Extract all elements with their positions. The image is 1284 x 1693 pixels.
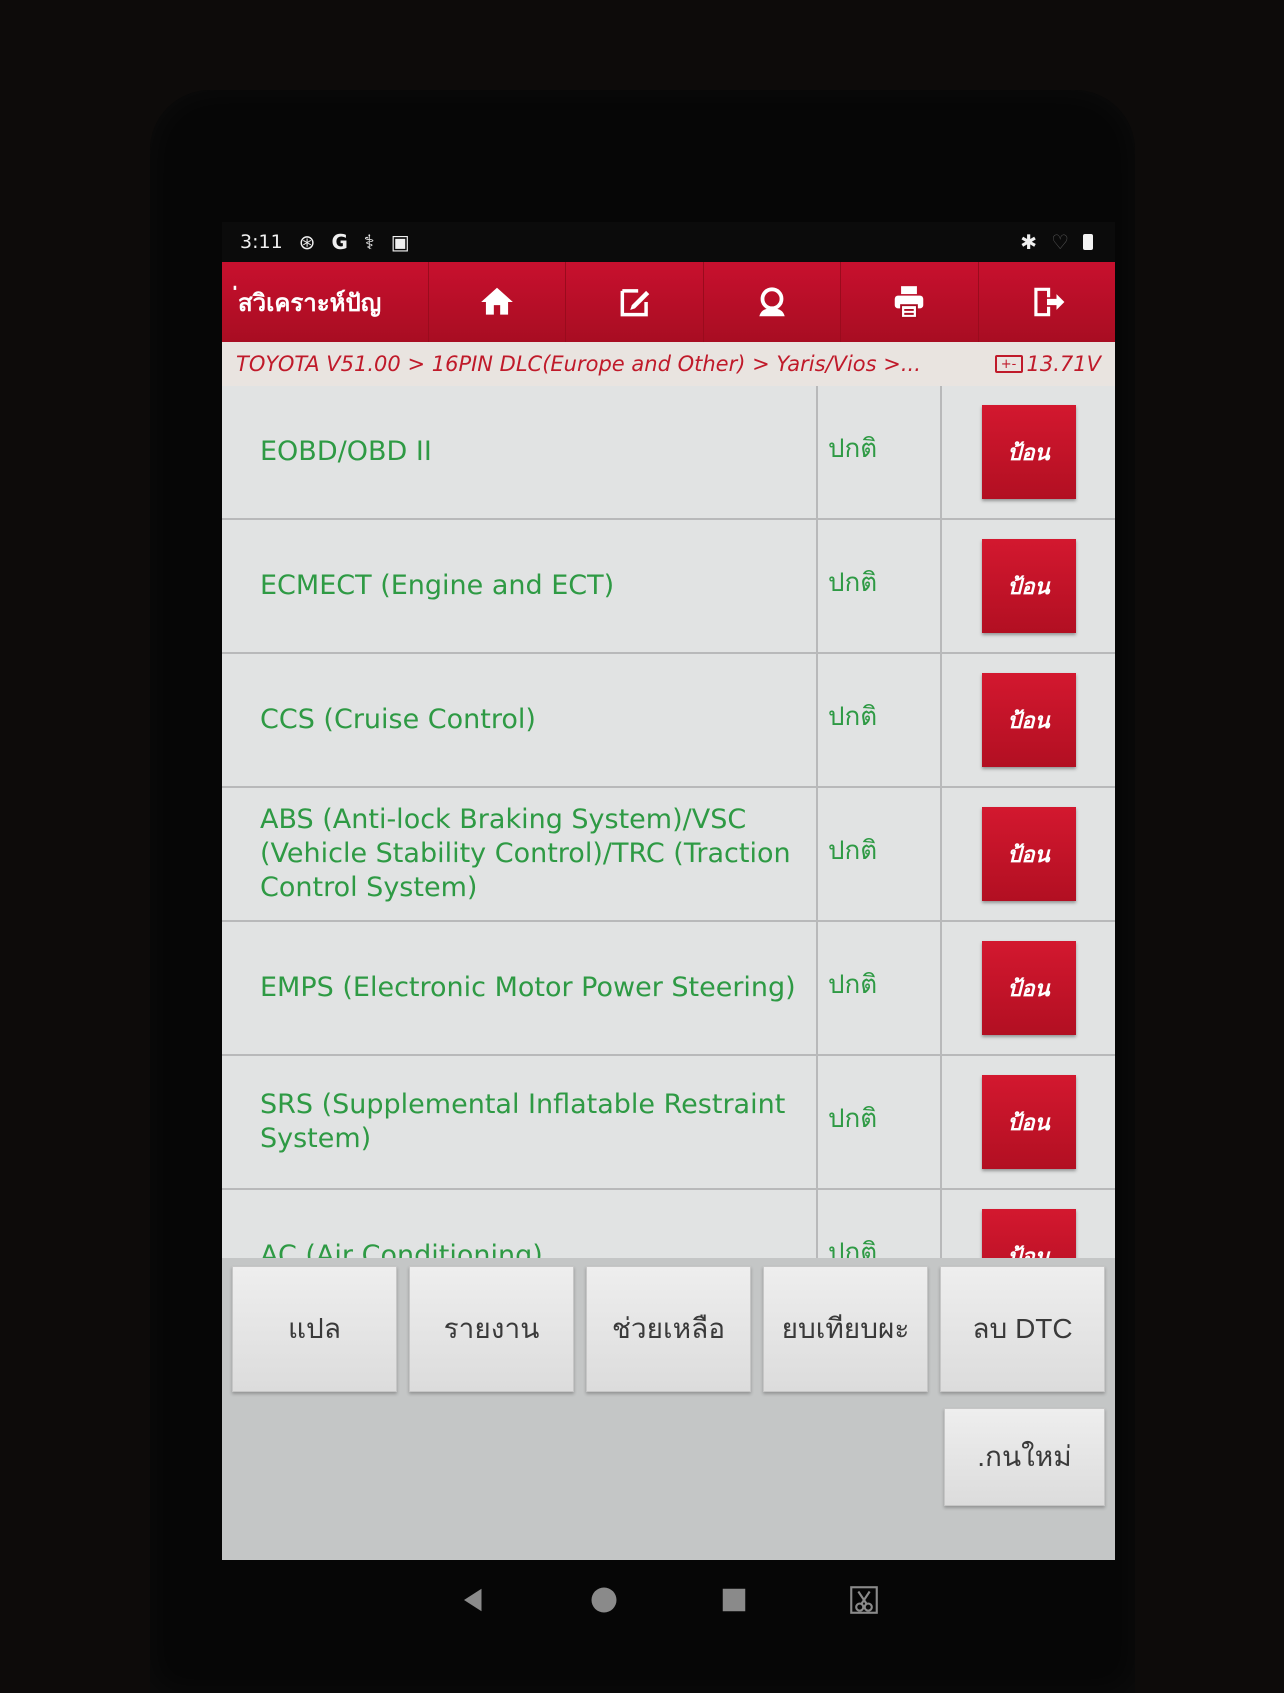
rescan-button[interactable]: .กนใหม่	[944, 1408, 1105, 1506]
battery-voltage: +- 13.71V	[994, 352, 1115, 376]
enter-button[interactable]: ป้อน	[981, 1075, 1076, 1169]
scissors-icon	[849, 1586, 878, 1614]
system-status: ปกติ	[818, 788, 942, 920]
support-agent-icon	[759, 287, 785, 317]
help-button[interactable]: ช่วยเหลือ	[586, 1266, 751, 1392]
system-status: ปกติ	[818, 1190, 942, 1258]
status-bar: 3:11 ⊛ G ⚕ ▣ ✱ ♡	[222, 222, 1115, 262]
recents-button[interactable]	[714, 1580, 754, 1620]
system-row: AC (Air Conditioning) ปกติ ป้อน	[222, 1190, 1115, 1258]
top-toolbar: ่สวิเคราะห์ปัญ	[222, 262, 1115, 342]
system-list[interactable]: EOBD/OBD II ปกติ ป้อน ECMECT (Engine and…	[222, 386, 1115, 1258]
breadcrumb-path: TOYOTA V51.00 > 16PIN DLC(Europe and Oth…	[236, 352, 921, 376]
system-name: EMPS (Electronic Motor Power Steering)	[222, 922, 818, 1054]
print-icon	[895, 286, 924, 319]
enter-button[interactable]: ป้อน	[981, 673, 1076, 767]
translate-button[interactable]: แปล	[232, 1266, 397, 1392]
system-status: ปกติ	[818, 922, 942, 1054]
enter-button[interactable]: ป้อน	[981, 807, 1076, 901]
edit-button[interactable]	[565, 262, 702, 342]
system-status: ปกติ	[818, 654, 942, 786]
report-button[interactable]: รายงาน	[409, 1266, 574, 1392]
system-row: EMPS (Electronic Motor Power Steering) ป…	[222, 922, 1115, 1056]
android-nav-bar	[222, 1560, 1115, 1640]
screenshot-button[interactable]	[844, 1580, 884, 1620]
enter-button[interactable]: ป้อน	[981, 539, 1076, 633]
system-row: SRS (Supplemental Inflatable Restraint S…	[222, 1056, 1115, 1190]
system-name: ECMECT (Engine and ECT)	[222, 520, 818, 652]
back-button[interactable]	[454, 1580, 494, 1620]
system-status: ปกติ	[818, 520, 942, 652]
exit-button[interactable]	[977, 262, 1115, 342]
system-row: ABS (Anti-lock Braking System)/VSC (Vehi…	[222, 788, 1115, 922]
system-row: ECMECT (Engine and ECT) ปกติ ป้อน	[222, 520, 1115, 654]
print-button[interactable]	[840, 262, 977, 342]
system-row: CCS (Cruise Control) ปกติ ป้อน	[222, 654, 1115, 788]
system-status: ปกติ	[818, 1056, 942, 1188]
circle-home-icon	[591, 1587, 616, 1613]
image-icon: ▣	[390, 230, 410, 254]
clear-dtc-button[interactable]: ลบ DTC	[940, 1266, 1105, 1392]
google-icon: G	[331, 230, 348, 254]
diagnostic-icon: ⚕	[363, 230, 375, 254]
bluetooth-icon: ✱	[1020, 230, 1038, 254]
system-name: EOBD/OBD II	[222, 386, 818, 518]
home-icon	[481, 287, 514, 315]
edit-note-icon	[620, 289, 649, 317]
battery-icon	[1083, 234, 1093, 250]
back-icon	[463, 1588, 481, 1612]
voltage-value: 13.71V	[1026, 352, 1101, 376]
breadcrumb: TOYOTA V51.00 > 16PIN DLC(Europe and Oth…	[222, 342, 1115, 386]
system-name: SRS (Supplemental Inflatable Restraint S…	[222, 1056, 818, 1188]
car-battery-icon: +-	[994, 355, 1023, 373]
enter-button[interactable]: ป้อน	[981, 941, 1076, 1035]
accessibility-icon: ⊛	[298, 230, 316, 254]
enter-button[interactable]: ป้อน	[981, 405, 1076, 499]
wifi-icon: ♡	[1051, 230, 1069, 254]
system-name: AC (Air Conditioning)	[222, 1190, 818, 1258]
system-name: ABS (Anti-lock Braking System)/VSC (Vehi…	[222, 788, 818, 920]
home-button[interactable]	[428, 262, 565, 342]
compare-button[interactable]: ยบเทียบผะ	[763, 1266, 928, 1392]
toolbar-title: ่สวิเคราะห์ปัญ	[238, 288, 382, 317]
enter-button[interactable]: ป้อน	[981, 1209, 1076, 1258]
system-row: EOBD/OBD II ปกติ ป้อน	[222, 386, 1115, 520]
exit-icon	[1034, 287, 1065, 317]
status-time: 3:11	[240, 231, 283, 253]
system-name: CCS (Cruise Control)	[222, 654, 818, 786]
support-button[interactable]	[702, 262, 840, 342]
system-status: ปกติ	[818, 386, 942, 518]
recents-icon	[722, 1588, 745, 1612]
function-panel: แปล รายงาน ช่วยเหลือ ยบเทียบผะ ลบ DTC .ก…	[222, 1258, 1115, 1560]
home-nav-button[interactable]	[584, 1580, 624, 1620]
screen: 3:11 ⊛ G ⚕ ▣ ✱ ♡ ่สวิเคราะห์ปัญ TOYOTA V…	[222, 222, 1115, 1560]
